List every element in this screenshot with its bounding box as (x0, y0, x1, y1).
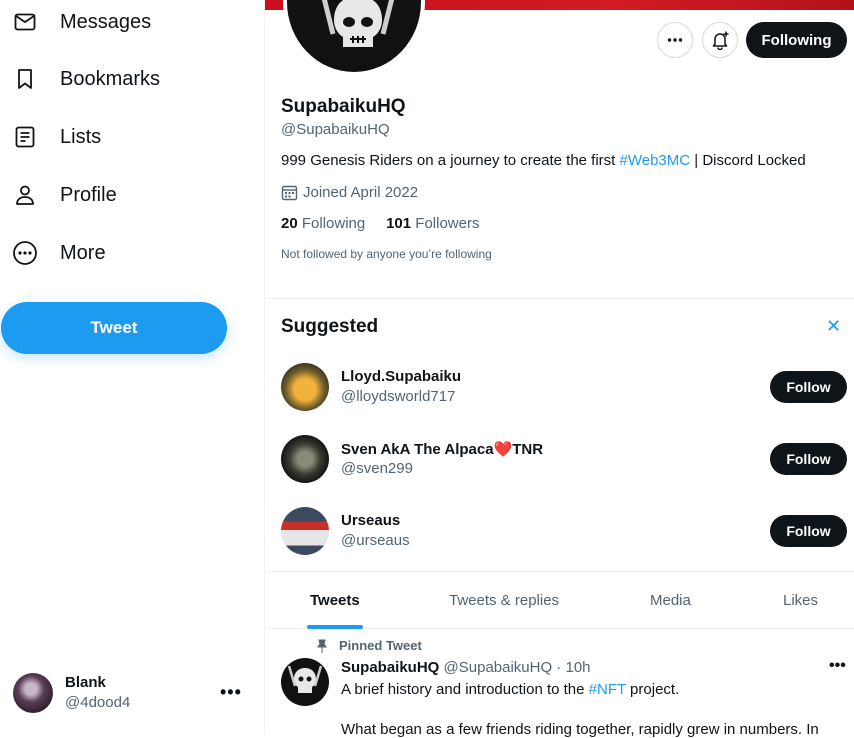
sidebar-item-label: Lists (60, 125, 102, 148)
joined-date: Joined April 2022 (281, 184, 418, 201)
notifications-button[interactable] (702, 22, 738, 58)
tweet-meta: @SupabaikuHQ · 10h (443, 659, 591, 676)
following-count: 20 (281, 215, 298, 232)
sidebar-item-messages[interactable]: Messages (0, 0, 180, 44)
followers-link[interactable]: 101 Followers (386, 215, 479, 232)
follow-button[interactable]: Follow (770, 443, 847, 475)
sidebar-item-label: Profile (60, 183, 117, 206)
tweet-more-icon[interactable]: ••• (829, 657, 846, 675)
tab-likes[interactable]: Likes (783, 572, 818, 629)
followers-count: 101 (386, 215, 412, 232)
suggested-user-name: Urseaus (341, 512, 401, 529)
sidebar-item-label: Bookmarks (60, 67, 161, 90)
list-icon (12, 124, 38, 150)
avatar (281, 363, 329, 411)
close-icon[interactable]: ✕ (826, 316, 841, 337)
profile-tabs: Tweets Tweets & replies Media Likes (265, 572, 854, 629)
profile-column: Following SupabaikuHQ @SupabaikuHQ 999 G… (265, 0, 854, 738)
account-name: Blank (65, 674, 106, 691)
divider (265, 298, 854, 299)
mail-icon (12, 9, 38, 35)
more-icon (667, 38, 683, 42)
suggested-user-name: Sven AkA The Alpaca❤️TNR (341, 441, 544, 458)
tweet-author[interactable]: SupabaikuHQ (341, 659, 439, 676)
sidebar-item-bookmarks[interactable]: Bookmarks (0, 57, 180, 101)
sidebar: Messages Bookmarks Lists Profile More Tw… (0, 0, 265, 735)
sidebar-item-profile[interactable]: Profile (0, 173, 180, 217)
avatar (13, 673, 53, 713)
tab-media[interactable]: Media (650, 572, 691, 629)
person-icon (12, 182, 38, 208)
suggested-user-handle: @sven299 (341, 460, 413, 477)
avatar (281, 435, 329, 483)
sidebar-item-lists[interactable]: Lists (0, 115, 180, 159)
account-handle: @4dood4 (65, 694, 131, 711)
tweet-text-part: A brief history and introduction to the (341, 681, 589, 698)
sidebar-item-label: Messages (60, 10, 152, 33)
bio-text: | Discord Locked (690, 152, 806, 169)
avatar[interactable] (281, 658, 329, 706)
profile-avatar[interactable] (283, 0, 425, 76)
bio-text: 999 Genesis Riders on a journey to creat… (281, 152, 620, 169)
skull-logo-icon (287, 665, 323, 693)
suggested-title: Suggested (281, 316, 379, 337)
pin-icon (317, 639, 327, 653)
bio-hashtag-link[interactable]: #Web3MC (620, 152, 691, 169)
joined-label: Joined April 2022 (303, 184, 419, 201)
more-circle-icon (12, 240, 38, 266)
pinned-label: Pinned Tweet (315, 638, 422, 653)
suggested-user-handle: @lloydsworld717 (341, 388, 456, 405)
pinned-text: Pinned Tweet (339, 638, 422, 653)
profile-display-name: SupabaikuHQ (281, 96, 406, 117)
follow-stats: 20 Following 101 Followers (281, 215, 479, 232)
tweet-text: A brief history and introduction to the … (341, 681, 679, 698)
follow-button[interactable]: Follow (770, 515, 847, 547)
calendar-icon (281, 185, 298, 201)
tweet-hashtag-link[interactable]: #NFT (589, 681, 626, 698)
not-followed-note: Not followed by anyone you’re following (281, 247, 492, 261)
followers-label: Followers (415, 215, 480, 232)
account-switcher[interactable]: Blank @4dood4 ••• (0, 660, 264, 726)
suggested-user[interactable]: Sven AkA The Alpaca❤️TNR @sven299 Follow (265, 435, 854, 495)
avatar (281, 507, 329, 555)
suggested-user[interactable]: Lloyd.Supabaiku @lloydsworld717 Follow (265, 363, 854, 423)
tweet-header: SupabaikuHQ @SupabaikuHQ · 10h (341, 659, 591, 676)
bell-plus-icon (712, 31, 729, 50)
suggested-user-name: Lloyd.Supabaiku (341, 368, 462, 385)
tab-tweets-replies[interactable]: Tweets & replies (449, 572, 559, 629)
following-link[interactable]: 20 Following (281, 215, 365, 232)
suggested-user[interactable]: Urseaus @urseaus Follow (265, 507, 854, 567)
more-icon[interactable]: ••• (220, 682, 242, 703)
follow-button[interactable]: Follow (770, 371, 847, 403)
skull-logo-icon (321, 0, 395, 47)
tweet-text-part: project. (625, 681, 680, 698)
profile-bio: 999 Genesis Riders on a journey to creat… (281, 152, 806, 169)
sidebar-item-label: More (60, 241, 106, 264)
profile-handle: @SupabaikuHQ (281, 121, 390, 138)
active-tab-indicator (307, 625, 363, 629)
sidebar-item-more[interactable]: More (0, 231, 180, 275)
tab-tweets[interactable]: Tweets (310, 572, 360, 629)
bookmark-icon (12, 66, 38, 92)
more-options-button[interactable] (657, 22, 693, 58)
tweet-text-line: What began as a few friends riding toget… (341, 721, 819, 738)
tweet-button[interactable]: Tweet (1, 302, 227, 354)
following-label: Following (301, 215, 366, 232)
suggested-user-handle: @urseaus (341, 532, 410, 549)
following-button[interactable]: Following (746, 22, 847, 58)
